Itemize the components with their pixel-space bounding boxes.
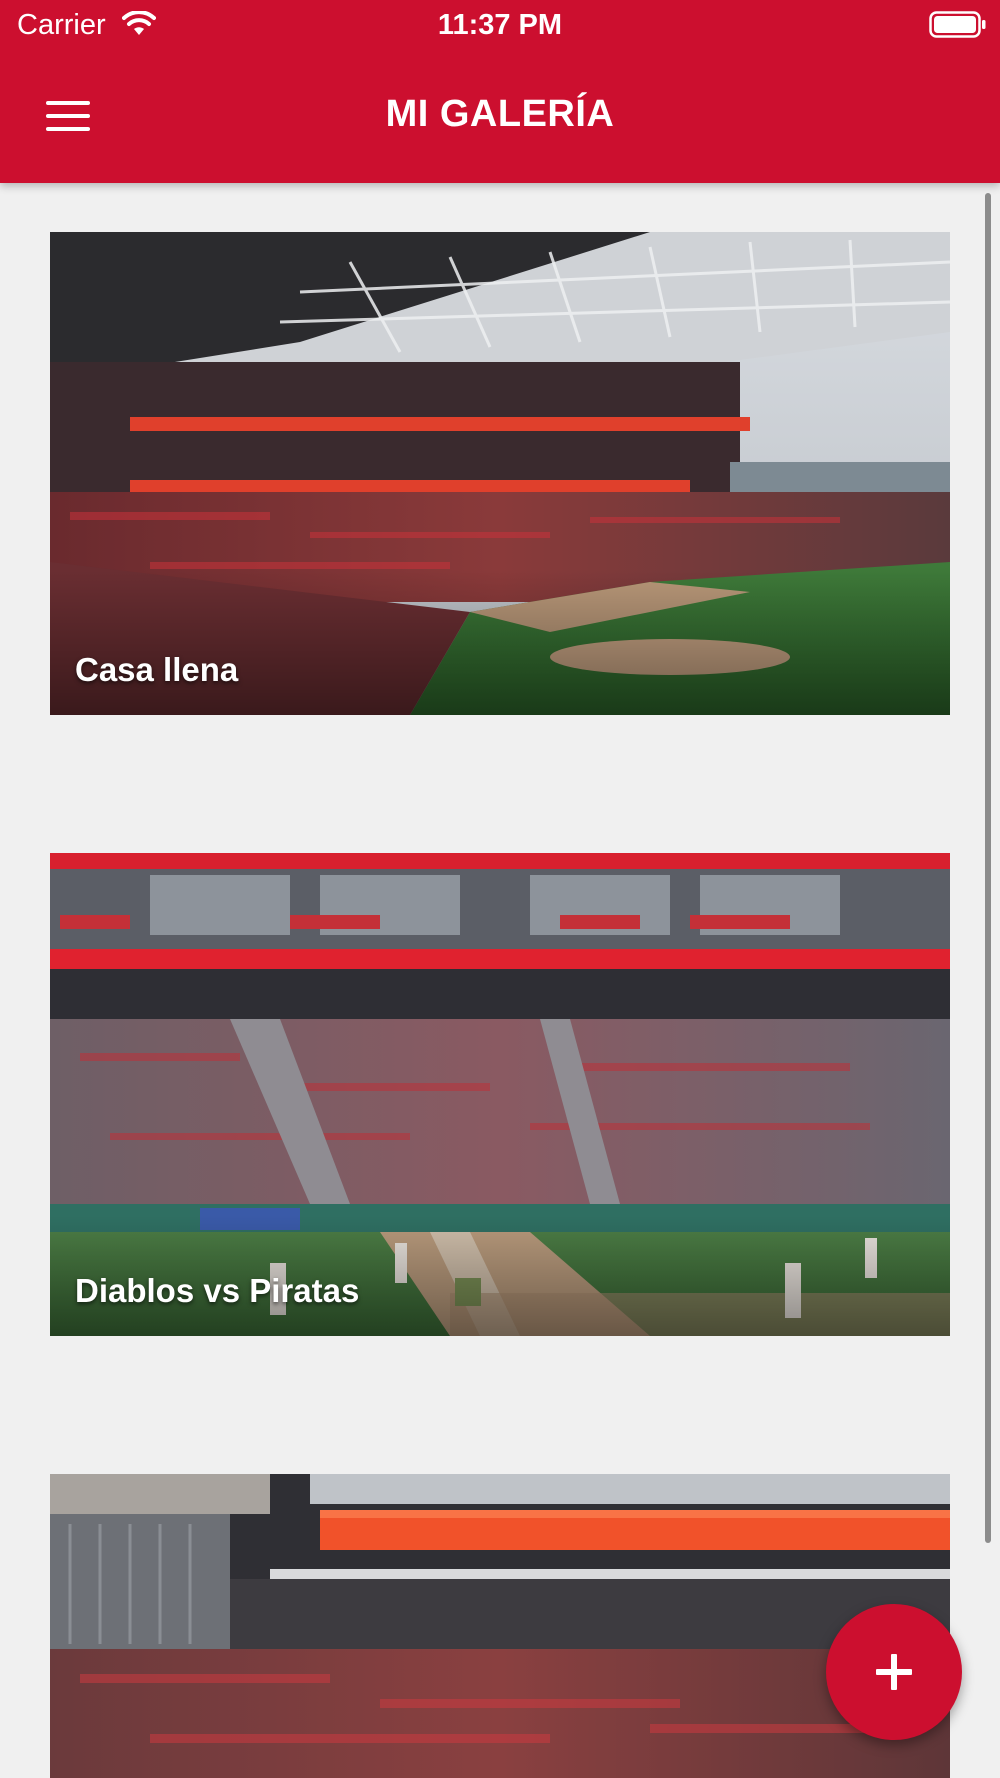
battery-icon bbox=[929, 11, 987, 47]
stadium-full-crowd-photo bbox=[50, 232, 950, 715]
status-bar: Carrier 11:37 PM bbox=[0, 0, 1000, 50]
scrollbar[interactable] bbox=[985, 193, 991, 1543]
card-title: Diablos vs Piratas bbox=[75, 1272, 360, 1309]
page-title: MI GALERÍA bbox=[385, 93, 615, 135]
baseball-game-photo bbox=[50, 853, 950, 1336]
status-time: 11:37 PM bbox=[437, 9, 563, 41]
gallery-card[interactable] bbox=[50, 1474, 950, 1778]
gallery-card[interactable]: Diablos vs Piratas bbox=[50, 853, 950, 1336]
plus-icon bbox=[876, 1654, 912, 1690]
add-button[interactable] bbox=[826, 1604, 962, 1740]
gallery-card[interactable]: Casa llena bbox=[50, 232, 950, 715]
app-bar: Carrier 11:37 PM MI GALERÍA bbox=[0, 0, 1000, 183]
stadium-stands-photo bbox=[50, 1474, 950, 1778]
card-title: Casa llena bbox=[75, 651, 239, 688]
